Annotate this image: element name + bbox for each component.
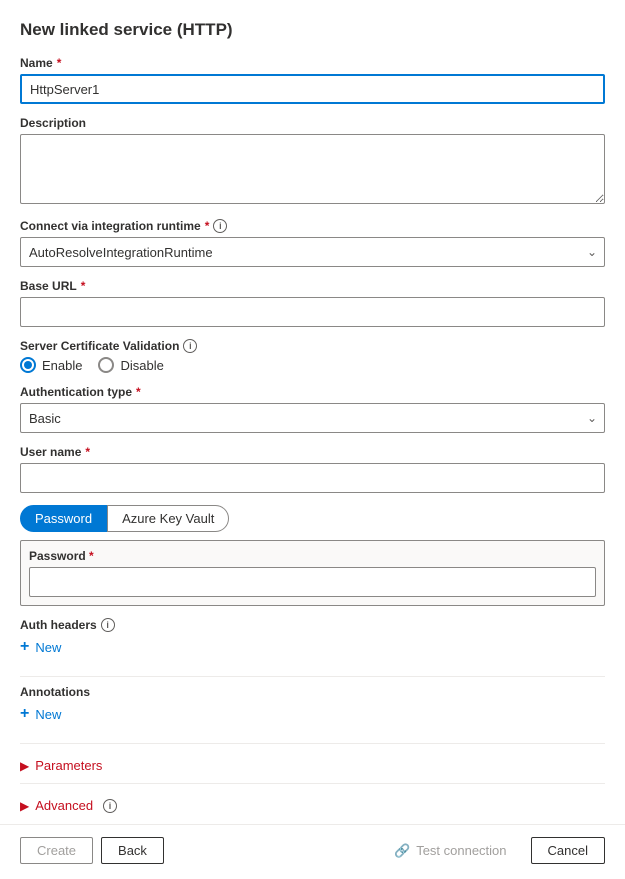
annotations-section: Annotations + New — [20, 685, 605, 727]
auth-type-select-wrapper: Basic Anonymous ⌄ — [20, 403, 605, 433]
base-url-input[interactable] — [20, 297, 605, 327]
annotations-plus-icon: + — [20, 705, 29, 723]
advanced-chevron-icon: ▶ — [20, 799, 29, 813]
disable-radio-text: Disable — [120, 358, 163, 373]
runtime-select-wrapper: AutoResolveIntegrationRuntime ⌄ — [20, 237, 605, 267]
username-label: User name * — [20, 445, 605, 459]
annotations-new-label: New — [35, 707, 61, 722]
auth-headers-section: Auth headers i + New — [20, 618, 605, 660]
parameters-label: Parameters — [35, 758, 102, 773]
name-required: * — [57, 56, 62, 70]
server-cert-label: Server Certificate Validation i — [20, 339, 605, 353]
username-required: * — [85, 445, 90, 459]
divider-1 — [20, 676, 605, 677]
advanced-label: Advanced — [35, 798, 93, 813]
runtime-label: Connect via integration runtime * i — [20, 219, 605, 233]
create-button[interactable]: Create — [20, 837, 93, 864]
description-label: Description — [20, 116, 605, 130]
auth-type-select[interactable]: Basic Anonymous — [20, 403, 605, 433]
name-label: Name * — [20, 56, 605, 70]
auth-headers-plus-icon: + — [20, 638, 29, 656]
auth-headers-new-label: New — [35, 640, 61, 655]
server-cert-info-icon[interactable]: i — [183, 339, 197, 353]
base-url-field-group: Base URL * — [20, 279, 605, 327]
runtime-field-group: Connect via integration runtime * i Auto… — [20, 219, 605, 267]
enable-radio-icon — [20, 357, 36, 373]
auth-type-label: Authentication type * — [20, 385, 605, 399]
enable-radio-text: Enable — [42, 358, 82, 373]
username-field-group: User name * — [20, 445, 605, 493]
parameters-chevron-icon: ▶ — [20, 759, 29, 773]
parameters-collapsible[interactable]: ▶ Parameters — [20, 752, 605, 779]
disable-radio-label[interactable]: Disable — [98, 357, 163, 373]
divider-2 — [20, 743, 605, 744]
test-connection-button: 🔗 Test connection — [378, 838, 523, 864]
password-section: Password Azure Key Vault Password * — [20, 505, 605, 606]
auth-headers-label: Auth headers i — [20, 618, 605, 632]
enable-radio-label[interactable]: Enable — [20, 357, 82, 373]
runtime-select[interactable]: AutoResolveIntegrationRuntime — [20, 237, 605, 267]
annotations-new-button[interactable]: + New — [20, 705, 605, 723]
auth-headers-new-button[interactable]: + New — [20, 638, 605, 656]
base-url-required: * — [81, 279, 86, 293]
password-box: Password * — [20, 540, 605, 606]
description-field-group: Description — [20, 116, 605, 207]
description-input[interactable] — [20, 134, 605, 204]
footer-bar: Create Back 🔗 Test connection Cancel — [0, 824, 625, 876]
password-tab[interactable]: Password — [20, 505, 107, 532]
annotations-label: Annotations — [20, 685, 605, 699]
cancel-button[interactable]: Cancel — [531, 837, 605, 864]
disable-radio-icon — [98, 357, 114, 373]
server-cert-radio-group: Enable Disable — [20, 357, 605, 373]
test-connection-label: Test connection — [416, 843, 506, 858]
page-title: New linked service (HTTP) — [20, 20, 605, 40]
name-field-group: Name * — [20, 56, 605, 104]
password-required: * — [89, 549, 94, 563]
base-url-label: Base URL * — [20, 279, 605, 293]
password-tab-group: Password Azure Key Vault — [20, 505, 605, 532]
username-input[interactable] — [20, 463, 605, 493]
azure-key-vault-tab[interactable]: Azure Key Vault — [107, 505, 229, 532]
advanced-collapsible[interactable]: ▶ Advanced i — [20, 792, 605, 819]
auth-type-required: * — [136, 385, 141, 399]
back-button[interactable]: Back — [101, 837, 164, 864]
password-input[interactable] — [29, 567, 596, 597]
name-input[interactable] — [20, 74, 605, 104]
runtime-required: * — [205, 219, 210, 233]
test-connection-icon: 🔗 — [394, 843, 410, 859]
divider-3 — [20, 783, 605, 784]
runtime-info-icon[interactable]: i — [213, 219, 227, 233]
password-inner-label: Password * — [29, 549, 596, 563]
advanced-info-icon[interactable]: i — [103, 799, 117, 813]
auth-headers-info-icon[interactable]: i — [101, 618, 115, 632]
auth-type-field-group: Authentication type * Basic Anonymous ⌄ — [20, 385, 605, 433]
server-cert-field-group: Server Certificate Validation i Enable D… — [20, 339, 605, 373]
